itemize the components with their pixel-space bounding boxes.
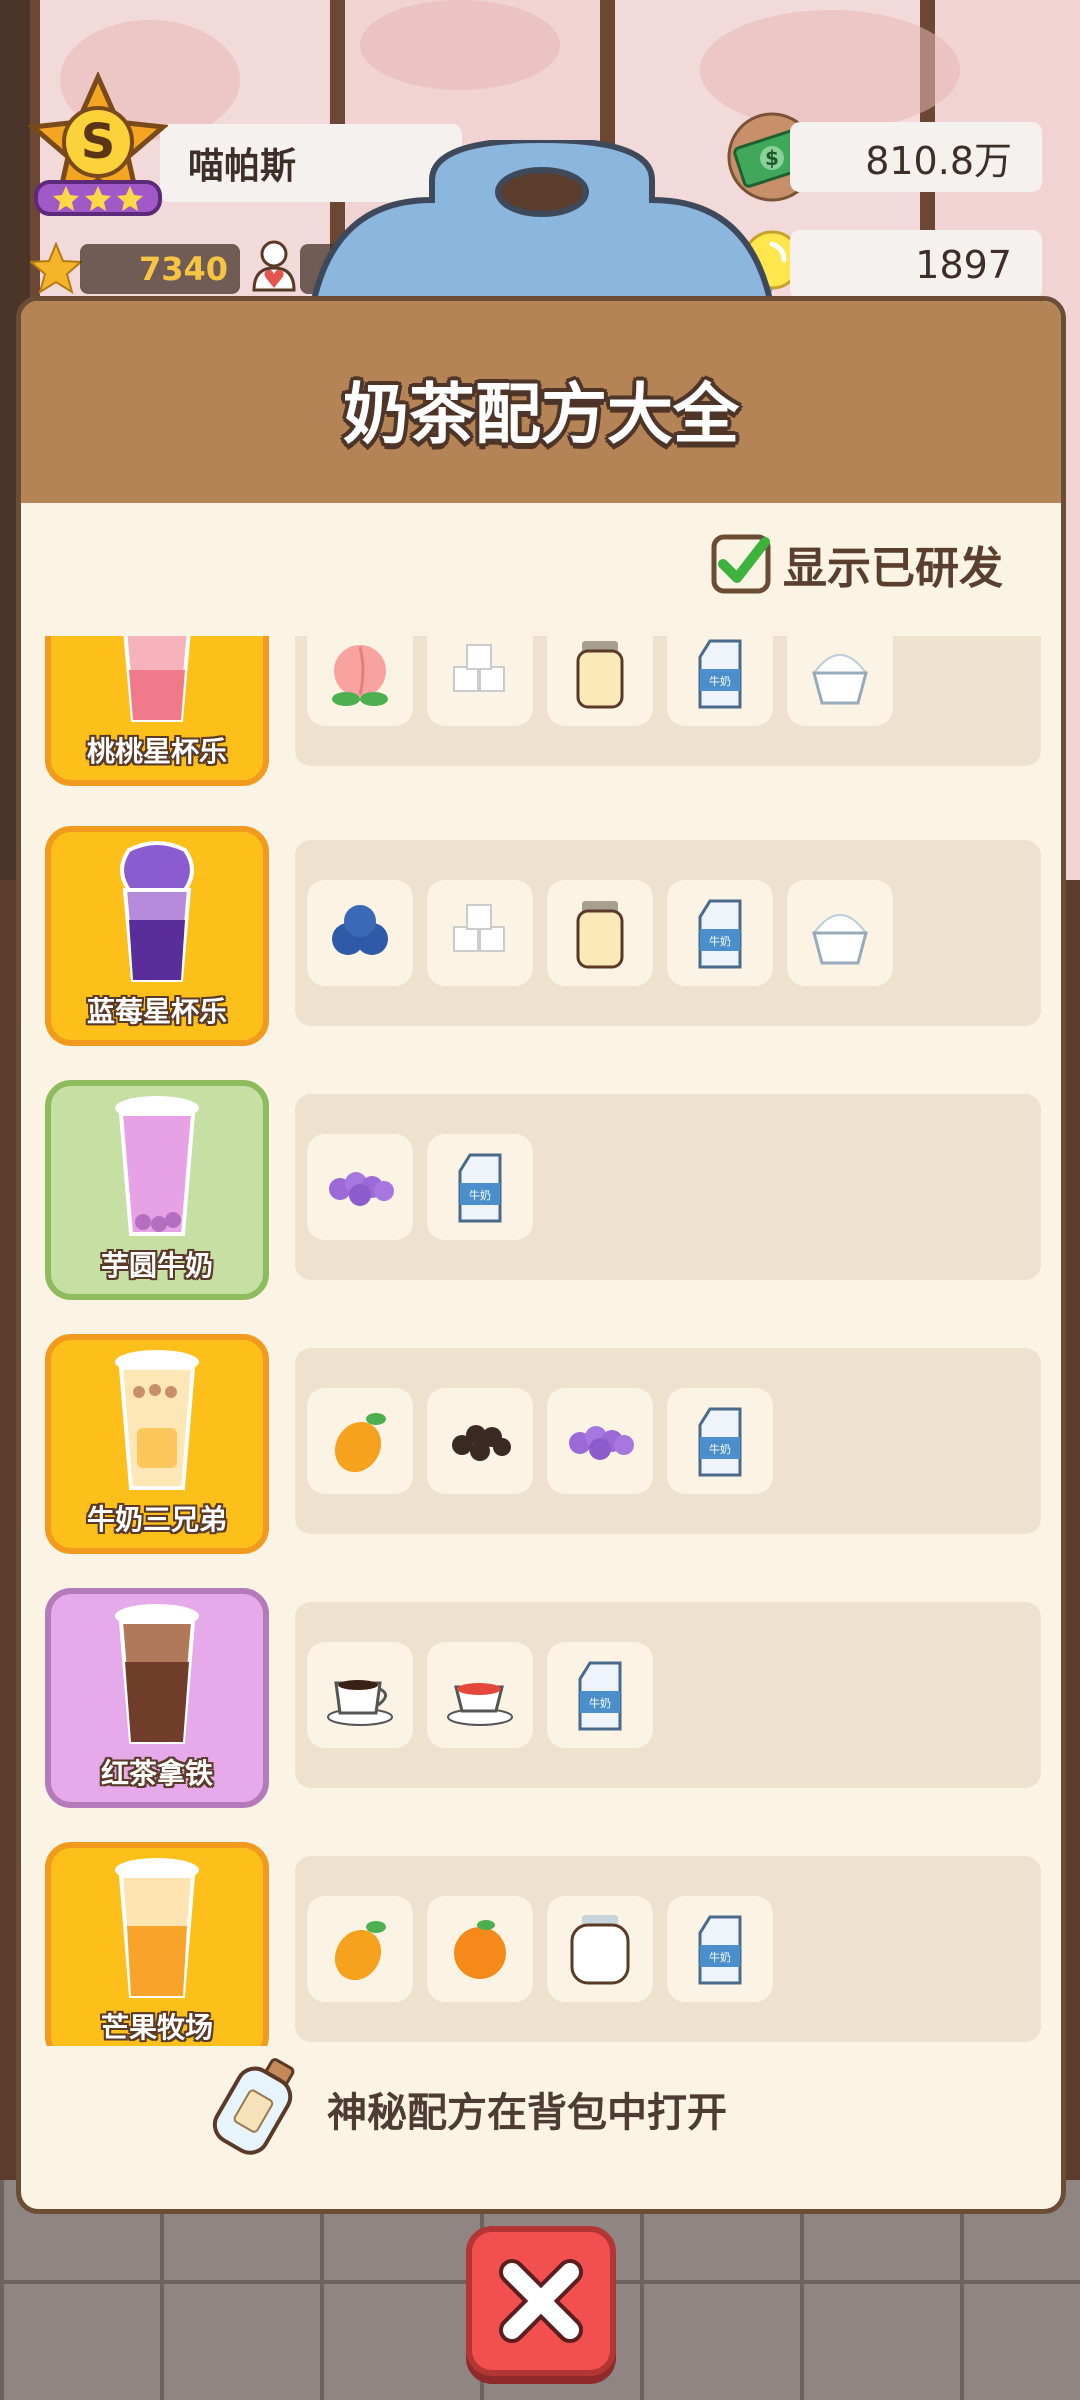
recipe-row[interactable]: 芋圆牛奶 牛奶: [21, 1080, 1061, 1310]
drink-card[interactable]: 芋圆牛奶: [45, 1080, 269, 1300]
taro-balls-icon: [547, 1388, 653, 1494]
taro-ball-milk-icon: [115, 1096, 199, 1236]
orange-icon: [427, 1896, 533, 2002]
peach-sundae-icon: [123, 636, 191, 722]
milk-carton-icon: 牛奶: [667, 1896, 773, 2002]
ice-cream-cup-icon: [787, 880, 893, 986]
show-researched-toggle[interactable]: 显示已研发: [711, 529, 1041, 599]
close-icon: [499, 2259, 583, 2343]
ice-cream-cup-icon: [787, 636, 893, 726]
peach-icon: [307, 636, 413, 726]
drink-name: 芋圆牛奶: [100, 1249, 213, 1282]
drink-card[interactable]: 蓝莓星杯乐: [45, 826, 269, 1046]
idea-points[interactable]: 1897: [790, 230, 1042, 300]
recipe-row[interactable]: 蓝莓星杯乐 牛奶: [21, 826, 1061, 1056]
drink-name: 桃桃星杯乐: [86, 735, 227, 768]
star-icon: [30, 242, 82, 294]
coffee-cup-icon: [307, 1642, 413, 1748]
blueberry-icon: [307, 880, 413, 986]
panel-title: 奶茶配方大全: [343, 376, 739, 453]
drink-card[interactable]: 牛奶三兄弟: [45, 1334, 269, 1554]
drink-card[interactable]: 红茶拿铁: [45, 1588, 269, 1808]
empty-jar-icon: [547, 1896, 653, 2002]
mango-icon: [307, 1896, 413, 2002]
sugar-cubes-icon: [427, 636, 533, 726]
secret-recipe-tip: 神秘配方在背包中打开: [211, 2049, 727, 2169]
drink-name: 牛奶三兄弟: [86, 1503, 227, 1536]
recipe-list[interactable]: 桃桃星杯乐 牛奶 蓝莓星杯乐 牛奶 芋圆牛奶 牛奶 牛奶三兄弟 牛奶 红茶拿铁 …: [21, 636, 1061, 2046]
rank-letter: S: [81, 114, 116, 170]
recipe-row[interactable]: 牛奶三兄弟 牛奶: [21, 1334, 1061, 1564]
condensed-milk-jar-icon: [547, 636, 653, 726]
checkmark-icon: [711, 534, 771, 594]
svg-text:牛奶: 牛奶: [709, 1442, 731, 1456]
ingredient-strip: 牛奶: [295, 1348, 1041, 1534]
svg-text:牛奶: 牛奶: [589, 1696, 611, 1710]
milk-carton-icon: 牛奶: [667, 636, 773, 726]
milk-carton-icon: 牛奶: [667, 1388, 773, 1494]
milk-three-brothers-icon: [115, 1350, 199, 1490]
drink-card[interactable]: 桃桃星杯乐: [45, 636, 269, 786]
message-bottle-icon: [212, 2058, 295, 2155]
rank-badge-icon[interactable]: S: [28, 72, 168, 222]
recipe-row[interactable]: 芒果牧场 牛奶: [21, 1842, 1061, 2046]
svg-text:牛奶: 牛奶: [709, 934, 731, 948]
ingredient-strip: 牛奶: [295, 1856, 1041, 2042]
close-button[interactable]: [466, 2226, 616, 2376]
condensed-milk-jar-icon: [547, 880, 653, 986]
drink-name: 芒果牧场: [100, 2011, 213, 2044]
recipe-row[interactable]: 红茶拿铁 牛奶: [21, 1588, 1061, 1818]
svg-text:牛奶: 牛奶: [709, 1950, 731, 1964]
recipe-book-panel: 奶茶配方大全 显示已研发 桃桃星杯乐 牛奶 蓝莓星杯乐 牛奶 芋圆牛奶 牛奶 牛…: [16, 296, 1066, 2214]
milk-carton-icon: 牛奶: [427, 1134, 533, 1240]
mango-ranch-icon: [115, 1858, 199, 1998]
ingredient-strip: 牛奶: [295, 1602, 1041, 1788]
money-amount[interactable]: 810.8万: [790, 122, 1042, 192]
drink-name: 蓝莓星杯乐: [86, 995, 227, 1028]
black-tea-cup-icon: [427, 1642, 533, 1748]
ingredient-strip: 牛奶: [295, 840, 1041, 1026]
panel-header: 奶茶配方大全: [21, 301, 1061, 503]
star-count: 7340: [80, 244, 240, 294]
taro-balls-icon: [307, 1134, 413, 1240]
milk-carton-icon: 牛奶: [667, 880, 773, 986]
svg-text:牛奶: 牛奶: [469, 1188, 491, 1202]
show-researched-label: 显示已研发: [783, 543, 1003, 594]
drink-card[interactable]: 芒果牧场: [45, 1842, 269, 2046]
ingredient-strip: 牛奶: [295, 636, 1041, 766]
black-tea-latte-icon: [115, 1604, 199, 1744]
drink-name: 红茶拿铁: [100, 1757, 213, 1790]
ingredient-strip: 牛奶: [295, 1094, 1041, 1280]
blueberry-sundae-icon: [120, 841, 194, 982]
recipe-row[interactable]: 桃桃星杯乐 牛奶: [21, 636, 1061, 796]
svg-text:牛奶: 牛奶: [709, 674, 731, 688]
sugar-cubes-icon: [427, 880, 533, 986]
tapioca-pearls-icon: [427, 1388, 533, 1494]
milk-carton-icon: 牛奶: [547, 1642, 653, 1748]
checkbox[interactable]: [711, 534, 771, 594]
footer-tip-text: 神秘配方在背包中打开: [327, 2090, 727, 2136]
mango-icon: [307, 1388, 413, 1494]
